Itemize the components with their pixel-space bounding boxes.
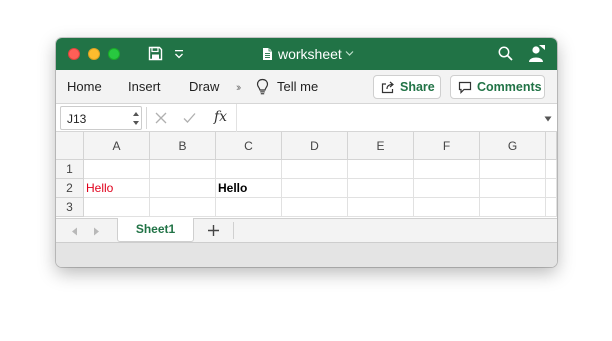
cell-f1[interactable] xyxy=(414,160,480,179)
row-header-2[interactable]: 2 xyxy=(56,179,84,198)
cell-c2[interactable]: Hello xyxy=(216,179,282,198)
formula-input[interactable] xyxy=(240,104,540,132)
search-icon[interactable] xyxy=(498,46,513,61)
select-all-corner[interactable] xyxy=(56,132,84,160)
name-box-value: J13 xyxy=(67,112,87,126)
divider xyxy=(233,222,234,239)
spreadsheet-grid: A B C D E F G 1 2 3 Hello Hello xyxy=(56,132,557,218)
cell-g2[interactable] xyxy=(480,179,546,198)
column-header-b[interactable]: B xyxy=(150,132,216,160)
cell-b1[interactable] xyxy=(150,160,216,179)
cell-c3[interactable] xyxy=(216,198,282,217)
column-header-g[interactable]: G xyxy=(480,132,546,160)
divider xyxy=(236,104,237,132)
document-title[interactable]: worksheet xyxy=(278,46,342,62)
column-header-c[interactable]: C xyxy=(216,132,282,160)
title-chevron-down-icon[interactable] xyxy=(345,50,354,57)
tab-draw[interactable]: Draw xyxy=(189,79,219,95)
cell-g1[interactable] xyxy=(480,160,546,179)
column-header-e[interactable]: E xyxy=(348,132,414,160)
more-tabs-chevron[interactable]: ›› xyxy=(236,82,242,94)
share-icon xyxy=(381,81,394,93)
window-close-button[interactable] xyxy=(68,48,80,60)
ribbon-tabs: Home Insert Draw ›› Tell me Share Commen… xyxy=(56,70,557,104)
cell-e2[interactable] xyxy=(348,179,414,198)
name-box[interactable]: J13 xyxy=(60,106,142,130)
comments-button[interactable]: Comments xyxy=(450,75,545,99)
comment-icon xyxy=(458,81,472,94)
insert-function-button[interactable]: fx xyxy=(214,109,227,125)
name-box-stepper-icon[interactable] xyxy=(132,110,140,127)
cell-a2[interactable]: Hello xyxy=(84,179,150,198)
share-label: Share xyxy=(400,80,435,94)
cell-h2[interactable] xyxy=(546,179,557,198)
divider xyxy=(146,107,147,129)
cell-b2[interactable] xyxy=(150,179,216,198)
tab-home[interactable]: Home xyxy=(67,79,102,95)
cell-b3[interactable] xyxy=(150,198,216,217)
cell-g3[interactable] xyxy=(480,198,546,217)
column-header-f[interactable]: F xyxy=(414,132,480,160)
checkmark-icon[interactable] xyxy=(183,112,196,124)
cell-d1[interactable] xyxy=(282,160,348,179)
comments-label: Comments xyxy=(477,80,542,94)
arrow-right-icon[interactable] xyxy=(93,227,100,236)
plus-icon[interactable] xyxy=(207,224,220,237)
expand-formula-chevron-icon[interactable] xyxy=(544,116,552,122)
window-maximize-button[interactable] xyxy=(108,48,120,60)
cancel-x-icon[interactable] xyxy=(155,112,167,124)
cell-a3[interactable] xyxy=(84,198,150,217)
customize-toolbar-chevron-icon[interactable] xyxy=(174,48,184,60)
title-bar: worksheet xyxy=(56,38,557,70)
cell-f2[interactable] xyxy=(414,179,480,198)
person-icon[interactable] xyxy=(527,44,546,63)
arrow-left-icon[interactable] xyxy=(71,227,78,236)
excel-window: worksheet Home Insert Draw ›› Tell me Sh… xyxy=(56,38,557,267)
row-header-1[interactable]: 1 xyxy=(56,160,84,179)
column-header-h-partial[interactable] xyxy=(546,132,557,160)
cell-d2[interactable] xyxy=(282,179,348,198)
row-header-3[interactable]: 3 xyxy=(56,198,84,217)
cell-h1[interactable] xyxy=(546,160,557,179)
tab-insert[interactable]: Insert xyxy=(128,79,161,95)
share-button[interactable]: Share xyxy=(373,75,441,99)
save-icon[interactable] xyxy=(148,46,163,61)
sheet-tab-bar: Sheet1 xyxy=(56,218,557,242)
tell-me-search[interactable]: Tell me xyxy=(277,79,318,95)
cell-h3[interactable] xyxy=(546,198,557,217)
cell-e3[interactable] xyxy=(348,198,414,217)
cell-d3[interactable] xyxy=(282,198,348,217)
column-header-d[interactable]: D xyxy=(282,132,348,160)
cell-c1[interactable] xyxy=(216,160,282,179)
cell-e1[interactable] xyxy=(348,160,414,179)
document-icon xyxy=(263,48,272,60)
lightbulb-icon[interactable] xyxy=(256,78,269,96)
column-header-a[interactable]: A xyxy=(84,132,150,160)
formula-bar: J13 fx xyxy=(56,104,557,132)
status-bar xyxy=(56,242,557,267)
sheet-tab-sheet1[interactable]: Sheet1 xyxy=(117,218,194,242)
window-minimize-button[interactable] xyxy=(88,48,100,60)
cell-f3[interactable] xyxy=(414,198,480,217)
cell-a1[interactable] xyxy=(84,160,150,179)
